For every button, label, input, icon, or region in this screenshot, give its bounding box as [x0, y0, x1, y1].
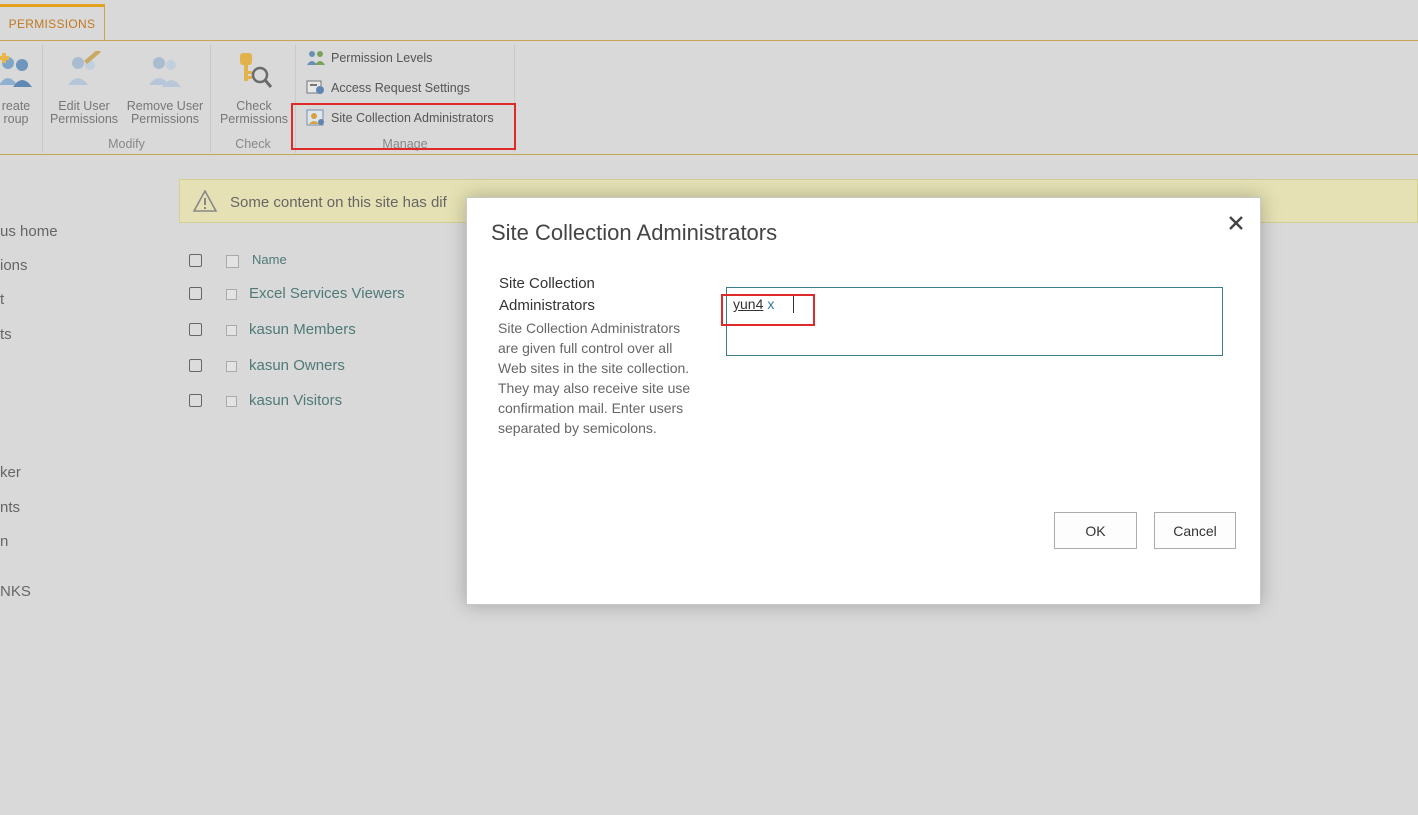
nav-item-4[interactable]: ts: [0, 326, 12, 343]
row-checkbox[interactable]: [189, 394, 202, 407]
ribbon-group-check: Check Permissions Check: [211, 45, 296, 153]
permission-levels-icon: [307, 51, 325, 65]
group-link[interactable]: kasun Members: [249, 321, 356, 338]
nav-item-5[interactable]: ker: [0, 464, 21, 481]
ribbon: reate roup Edit User Permissions Remove …: [0, 41, 1418, 155]
highlight-resolved-user: [721, 294, 815, 326]
ribbon-group-label-check: Check: [235, 137, 271, 151]
list-header: Name: [185, 248, 485, 278]
nav-item-2[interactable]: ions: [0, 257, 28, 274]
tab-permissions[interactable]: PERMISSIONS: [0, 4, 105, 40]
group-link[interactable]: kasun Visitors: [249, 392, 342, 409]
permission-levels-button[interactable]: Permission Levels: [306, 46, 432, 70]
list-item: kasun Members: [185, 317, 485, 347]
edit-user-icon: [68, 49, 101, 85]
create-group-button[interactable]: reate roup: [0, 51, 38, 126]
create-group-icon: [0, 53, 32, 87]
key-magnifier-icon: [240, 53, 273, 88]
check-permissions-button[interactable]: Check Permissions: [215, 51, 293, 126]
column-header-name[interactable]: Name: [252, 252, 287, 267]
list-item: Excel Services Viewers: [185, 281, 485, 311]
row-select-box[interactable]: [226, 325, 237, 336]
row-select-box[interactable]: [226, 396, 237, 407]
warning-text: Some content on this site has dif: [230, 194, 447, 211]
site-collection-admins-dialog: Site Collection Administrators Site Coll…: [466, 197, 1261, 605]
dialog-title: Site Collection Administrators: [491, 220, 778, 245]
access-request-icon: [306, 80, 324, 94]
nav-item-links[interactable]: NKS: [0, 583, 31, 600]
header-select-box[interactable]: [226, 255, 239, 268]
nav-item-home[interactable]: us home: [0, 223, 58, 240]
select-all-checkbox[interactable]: [189, 254, 202, 267]
group-link[interactable]: Excel Services Viewers: [249, 285, 405, 302]
ribbon-group-grant: reate roup: [0, 45, 43, 153]
nav-item-3[interactable]: t: [0, 291, 4, 308]
highlight-site-collection-admins: [291, 103, 516, 150]
ok-button[interactable]: OK: [1054, 512, 1137, 549]
section-description: Site Collection Administrators are given…: [498, 320, 691, 436]
ribbon-group-modify: Edit User Permissions Remove User Permis…: [43, 45, 211, 153]
warning-icon: [193, 190, 217, 212]
ribbon-tab-bar: PERMISSIONS: [0, 0, 1418, 41]
access-request-settings-button[interactable]: Access Request Settings: [306, 76, 470, 100]
remove-user-icon: [149, 57, 181, 87]
section-title: Site Collection Administrators: [499, 275, 595, 314]
close-icon[interactable]: [1225, 212, 1247, 234]
row-checkbox[interactable]: [189, 287, 202, 300]
nav-item-6[interactable]: nts: [0, 499, 20, 516]
edit-user-permissions-button[interactable]: Edit User Permissions: [49, 49, 119, 126]
row-checkbox[interactable]: [189, 323, 202, 336]
row-select-box[interactable]: [226, 361, 237, 372]
list-item: kasun Owners: [185, 353, 485, 383]
cancel-button[interactable]: Cancel: [1154, 512, 1236, 549]
group-link[interactable]: kasun Owners: [249, 357, 345, 374]
ribbon-group-label-modify: Modify: [108, 137, 145, 151]
list-item: kasun Visitors: [185, 388, 485, 418]
nav-item-7[interactable]: n: [0, 533, 8, 550]
row-select-box[interactable]: [226, 289, 237, 300]
row-checkbox[interactable]: [189, 359, 202, 372]
remove-user-permissions-button[interactable]: Remove User Permissions: [125, 51, 205, 126]
